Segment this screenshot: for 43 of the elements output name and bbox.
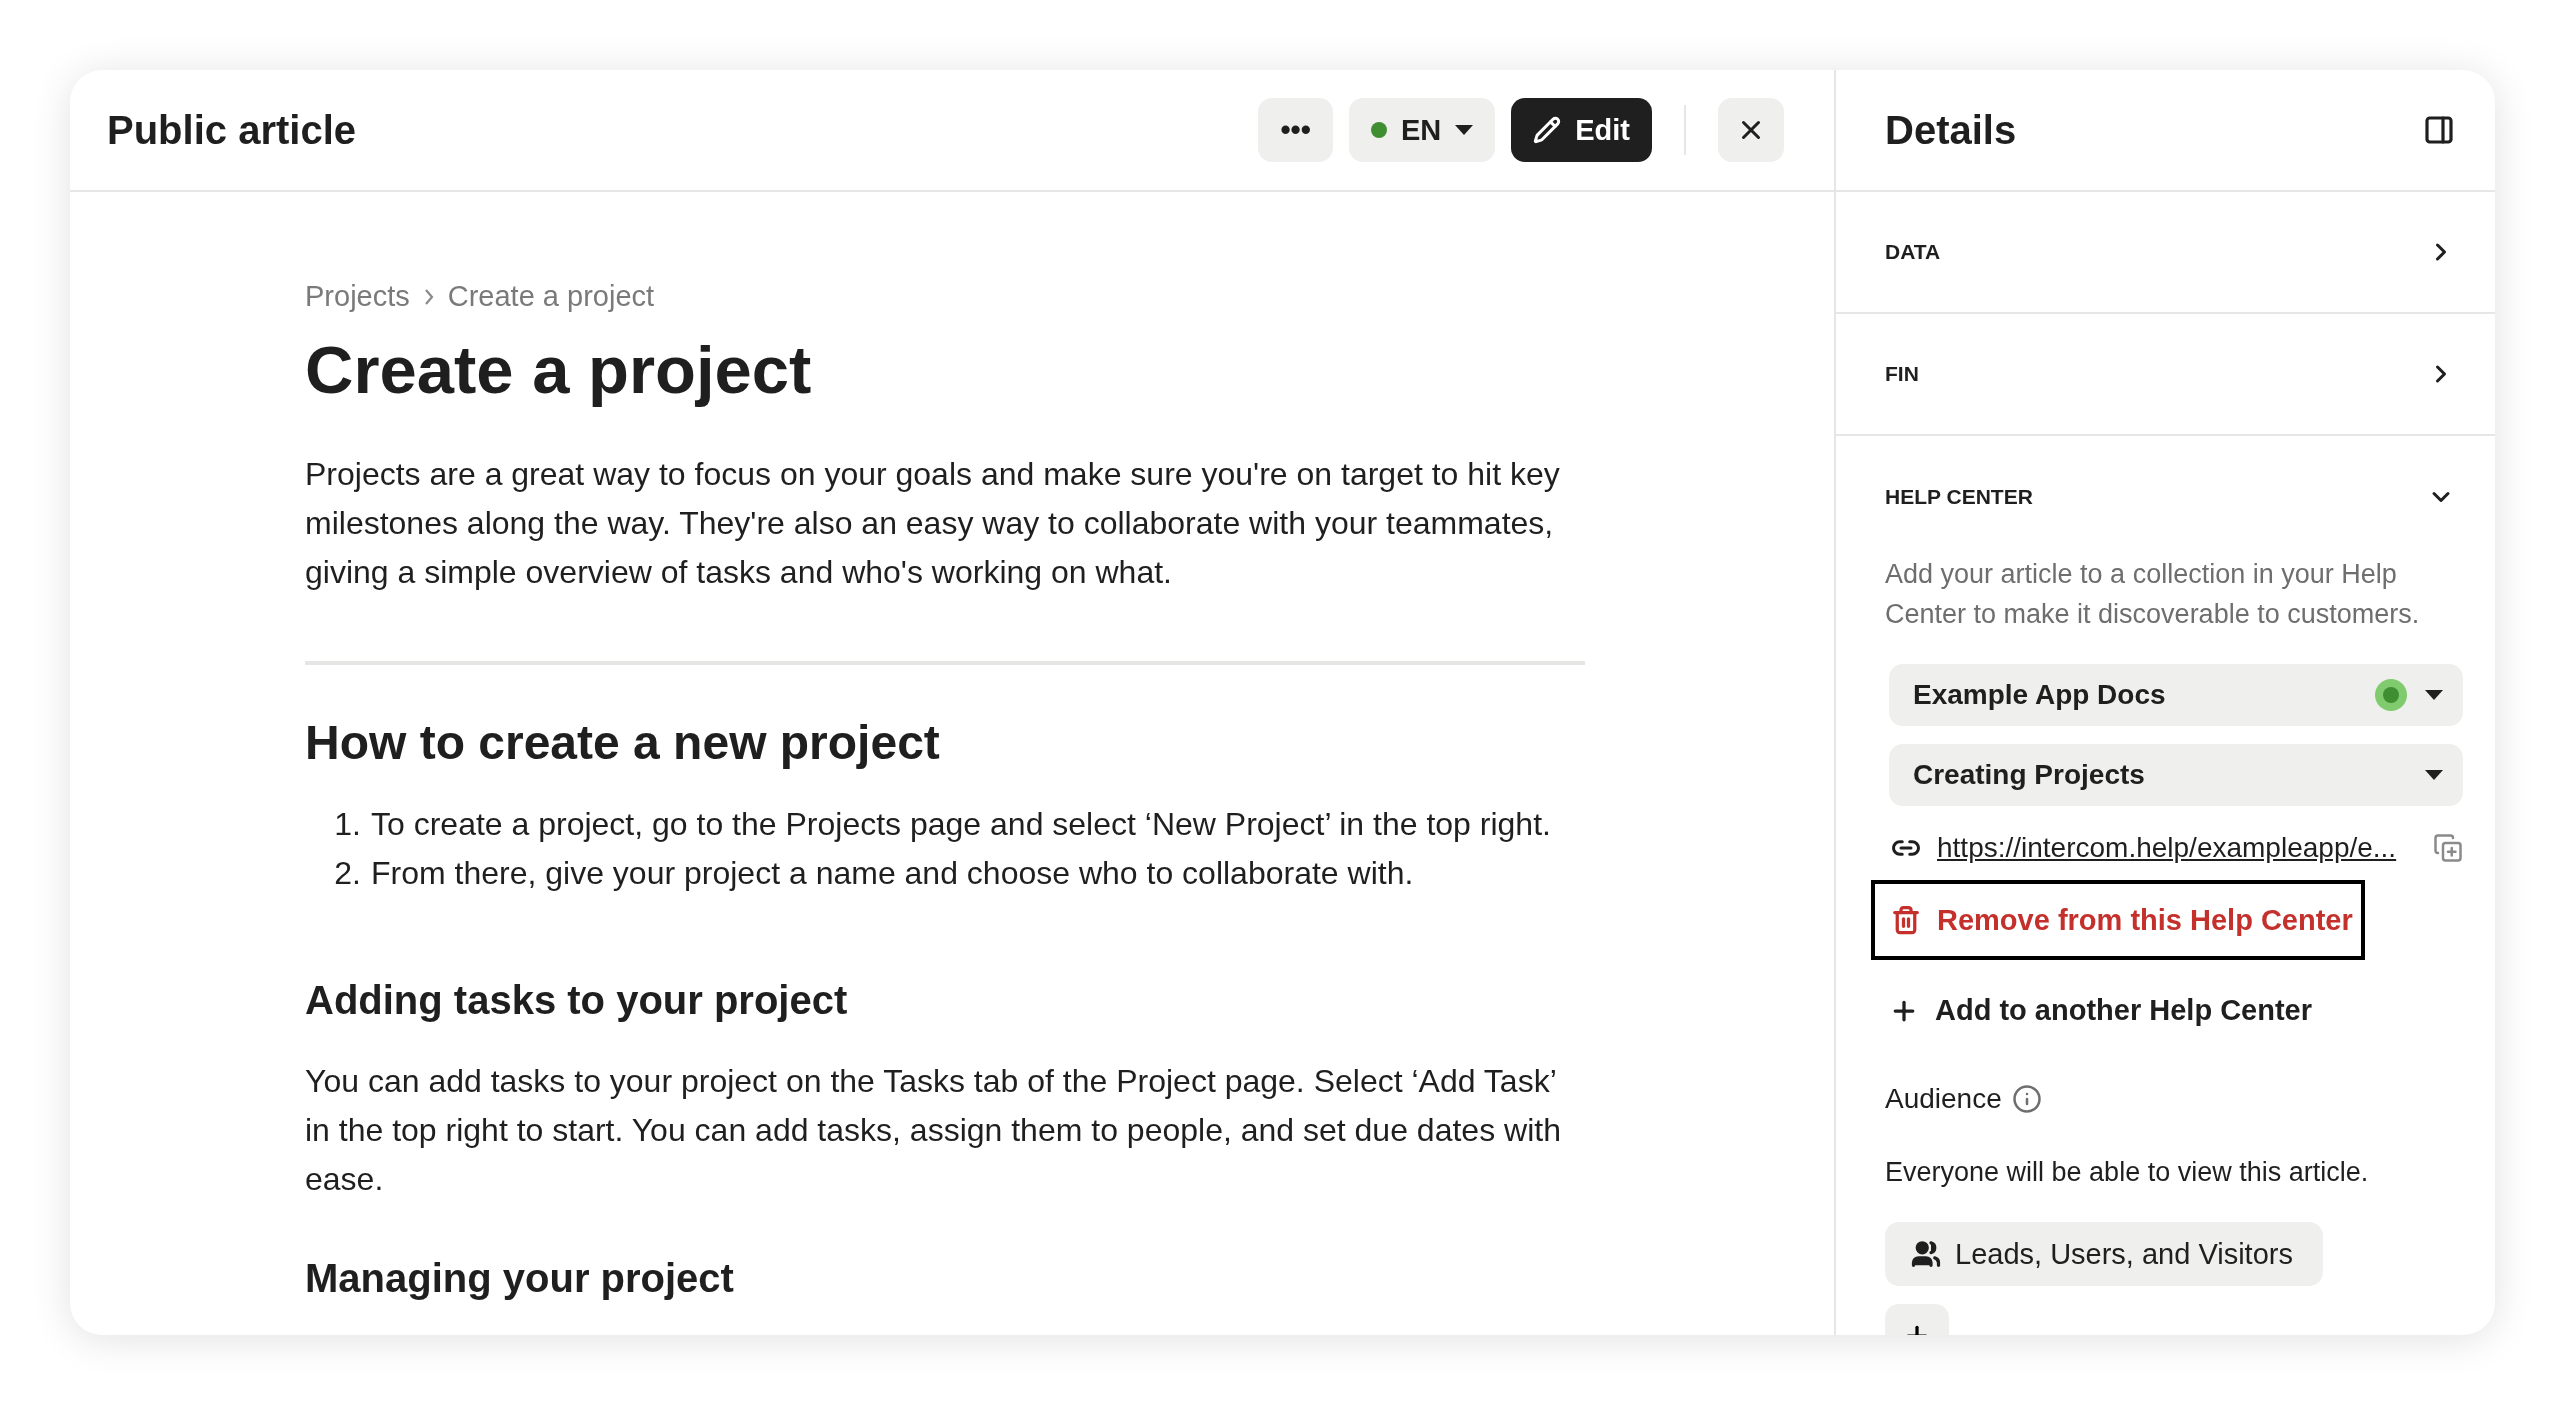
chevron-right-icon <box>423 288 434 305</box>
sidebar-toggle-icon[interactable] <box>2423 114 2455 146</box>
more-button[interactable]: ••• <box>1258 98 1333 162</box>
section-label: HELP CENTER <box>1885 485 2033 509</box>
caret-icon <box>1455 125 1474 135</box>
remove-button[interactable]: Remove from this Help Center <box>1871 880 2365 960</box>
people-icon <box>1911 1239 1941 1269</box>
audience-pill[interactable]: Leads, Users, and Visitors <box>1885 1222 2323 1286</box>
caret-icon <box>2425 690 2443 700</box>
section-heading: How to create a new project <box>305 715 941 770</box>
section-label: DATA <box>1885 240 1941 264</box>
info-icon[interactable] <box>2011 1084 2042 1114</box>
collection-select[interactable]: Creating Projects <box>1889 744 2463 806</box>
section-header[interactable]: DATA <box>1836 192 2495 314</box>
audience-description: Everyone will be able to view this article. <box>1885 1157 2370 1188</box>
copy-icon[interactable] <box>2433 833 2463 863</box>
edit-button[interactable]: Edit <box>1511 98 1652 162</box>
subsection-heading: Adding tasks to your project <box>305 978 849 1023</box>
list-number: 2. <box>333 854 361 893</box>
trash-icon <box>1891 905 1921 935</box>
language-dropdown[interactable]: EN <box>1348 98 1496 162</box>
help-center-description: Add your article to a collection in your Help Center to make it discoverable to customers. <box>1885 558 2421 631</box>
list-item: From there, give your project a name and choose who to collaborate with. <box>371 854 1414 893</box>
help-center-select[interactable]: Example App Docs <box>1889 664 2463 726</box>
add-help-center-button[interactable]: Add to another Help Center <box>1889 994 2312 1027</box>
section-header[interactable]: HELP CENTER <box>1836 436 2495 558</box>
list-item: To create a project, go to the Projects page and select ‘New Project’ in the top right. <box>371 805 1551 844</box>
breadcrumb-link[interactable]: Projects <box>305 280 410 313</box>
audience-label: Audience <box>1885 1083 2002 1115</box>
list-number: 1. <box>333 805 361 844</box>
subsection-heading: Managing your project <box>305 1256 735 1301</box>
caret-icon <box>2425 770 2443 780</box>
paragraph: You can add tasks to your project on the Tasks tab of the Project page. Select ‘Add Task’ in the top right to start. You can add tasks, assign them to people, and set due dates with ease. <box>305 1062 1562 1199</box>
panel-title: Public article <box>107 107 357 153</box>
article-url-link[interactable]: https://intercom.help/exampleapp/e... <box>1937 832 2417 864</box>
pencil-icon <box>1533 116 1562 144</box>
details-title: Details <box>1885 107 2017 153</box>
paragraph: Projects are a great way to focus on your goals and make sure you're on target to hit key milestones along the way. They're also an easy way to collaborate with your teammates, giving a simple overview of tasks and who's working on what. <box>305 455 1561 592</box>
breadcrumb-link[interactable]: Create a project <box>447 280 655 313</box>
article-title: Create a project <box>305 331 813 408</box>
section-header[interactable]: FIN <box>1836 314 2495 436</box>
section-label: FIN <box>1885 362 1919 386</box>
close-button[interactable] <box>1718 98 1784 162</box>
